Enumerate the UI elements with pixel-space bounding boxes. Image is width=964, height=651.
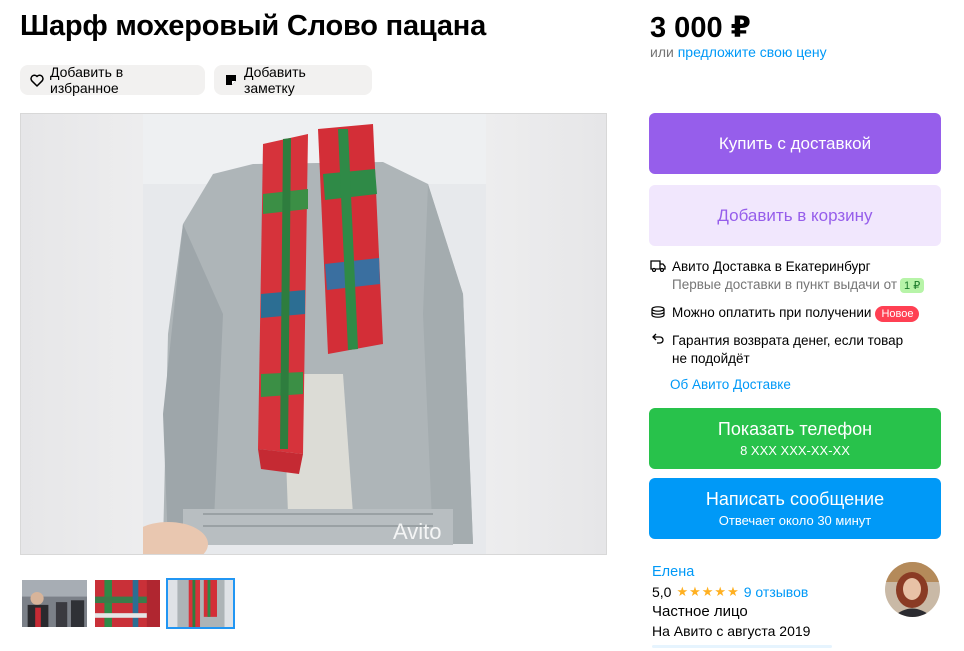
rating-value: 5,0 bbox=[652, 584, 672, 600]
thumbnail-strip bbox=[20, 578, 235, 629]
show-phone-label: Показать телефон bbox=[717, 419, 873, 439]
add-note-button[interactable]: Добавить заметку bbox=[214, 64, 372, 96]
thumbnail-1[interactable] bbox=[20, 578, 89, 629]
pay-on-receipt-text: Можно оплатить при получении bbox=[672, 305, 872, 320]
guarantee-line-1: Гарантия возврата денег, если товар bbox=[672, 333, 904, 348]
rating-stars: ★★★★★ bbox=[676, 584, 740, 599]
seller-name-link[interactable]: Елена bbox=[652, 564, 694, 580]
coins-icon bbox=[650, 305, 666, 322]
add-to-cart-button[interactable]: Добавить в корзину bbox=[649, 185, 941, 246]
price: 3 000 ₽ bbox=[650, 12, 751, 44]
seller-avatar[interactable] bbox=[885, 562, 940, 617]
phone-number-masked: 8 XXX XXX-XX-XX bbox=[740, 443, 850, 458]
seller-rating: 5,0 ★★★★★ 9 отзывов bbox=[652, 584, 808, 600]
delivery-info: Авито Доставка в Екатеринбург Первые дос… bbox=[650, 259, 925, 293]
truck-icon bbox=[650, 259, 666, 293]
suggest-price-link[interactable]: предложите свою цену bbox=[678, 44, 827, 60]
thumbnail-3[interactable] bbox=[166, 578, 235, 629]
divider bbox=[652, 645, 832, 648]
thumbnail-2[interactable] bbox=[93, 578, 162, 629]
add-to-favorites-label: Добавить в избранное bbox=[50, 64, 124, 96]
guarantee-line-2: не подойдёт bbox=[672, 351, 750, 366]
seller-since: На Авито с августа 2019 bbox=[652, 623, 811, 639]
new-badge: Новое bbox=[875, 306, 920, 322]
add-to-cart-label: Добавить в корзину bbox=[717, 205, 873, 225]
write-message-button[interactable]: Написать сообщение Отвечает около 30 мин… bbox=[649, 478, 941, 539]
guarantee-info: Гарантия возврата денег, если товар не п… bbox=[650, 332, 903, 368]
buy-with-delivery-button[interactable]: Купить с доставкой bbox=[649, 113, 941, 174]
add-note-label: Добавить заметку bbox=[243, 64, 306, 96]
price-offer: или предложите свою цену bbox=[650, 44, 827, 60]
heart-icon bbox=[30, 73, 44, 87]
write-message-label: Написать сообщение bbox=[705, 489, 885, 509]
avito-watermark: Avito bbox=[393, 519, 442, 544]
first-delivery-price-badge: 1 ₽ bbox=[900, 278, 925, 293]
photo-gallery[interactable]: Avito bbox=[20, 113, 607, 555]
page-title: Шарф мохеровый Слово пацана bbox=[20, 10, 487, 42]
seller-type: Частное лицо bbox=[652, 603, 748, 620]
response-time: Отвечает около 30 минут bbox=[718, 513, 872, 528]
reviews-link[interactable]: 9 отзывов bbox=[744, 584, 809, 600]
add-to-favorites-button[interactable]: Добавить в избранное bbox=[20, 64, 205, 96]
show-phone-button[interactable]: Показать телефон 8 XXX XXX-XX-XX bbox=[649, 408, 941, 469]
pay-on-receipt-info: Можно оплатить при получении Новое bbox=[650, 305, 920, 322]
buy-with-delivery-label: Купить с доставкой bbox=[718, 133, 872, 153]
first-delivery-text: Первые доставки в пункт выдачи от 1 ₽ bbox=[672, 277, 925, 293]
delivery-title: Авито Доставка в Екатеринбург bbox=[672, 259, 871, 274]
main-photo[interactable]: Avito bbox=[143, 114, 486, 554]
about-delivery-link[interactable]: Об Авито Доставке bbox=[670, 377, 791, 392]
note-icon bbox=[224, 73, 238, 87]
return-arrow-icon bbox=[650, 332, 666, 368]
offer-prefix: или bbox=[650, 44, 678, 60]
